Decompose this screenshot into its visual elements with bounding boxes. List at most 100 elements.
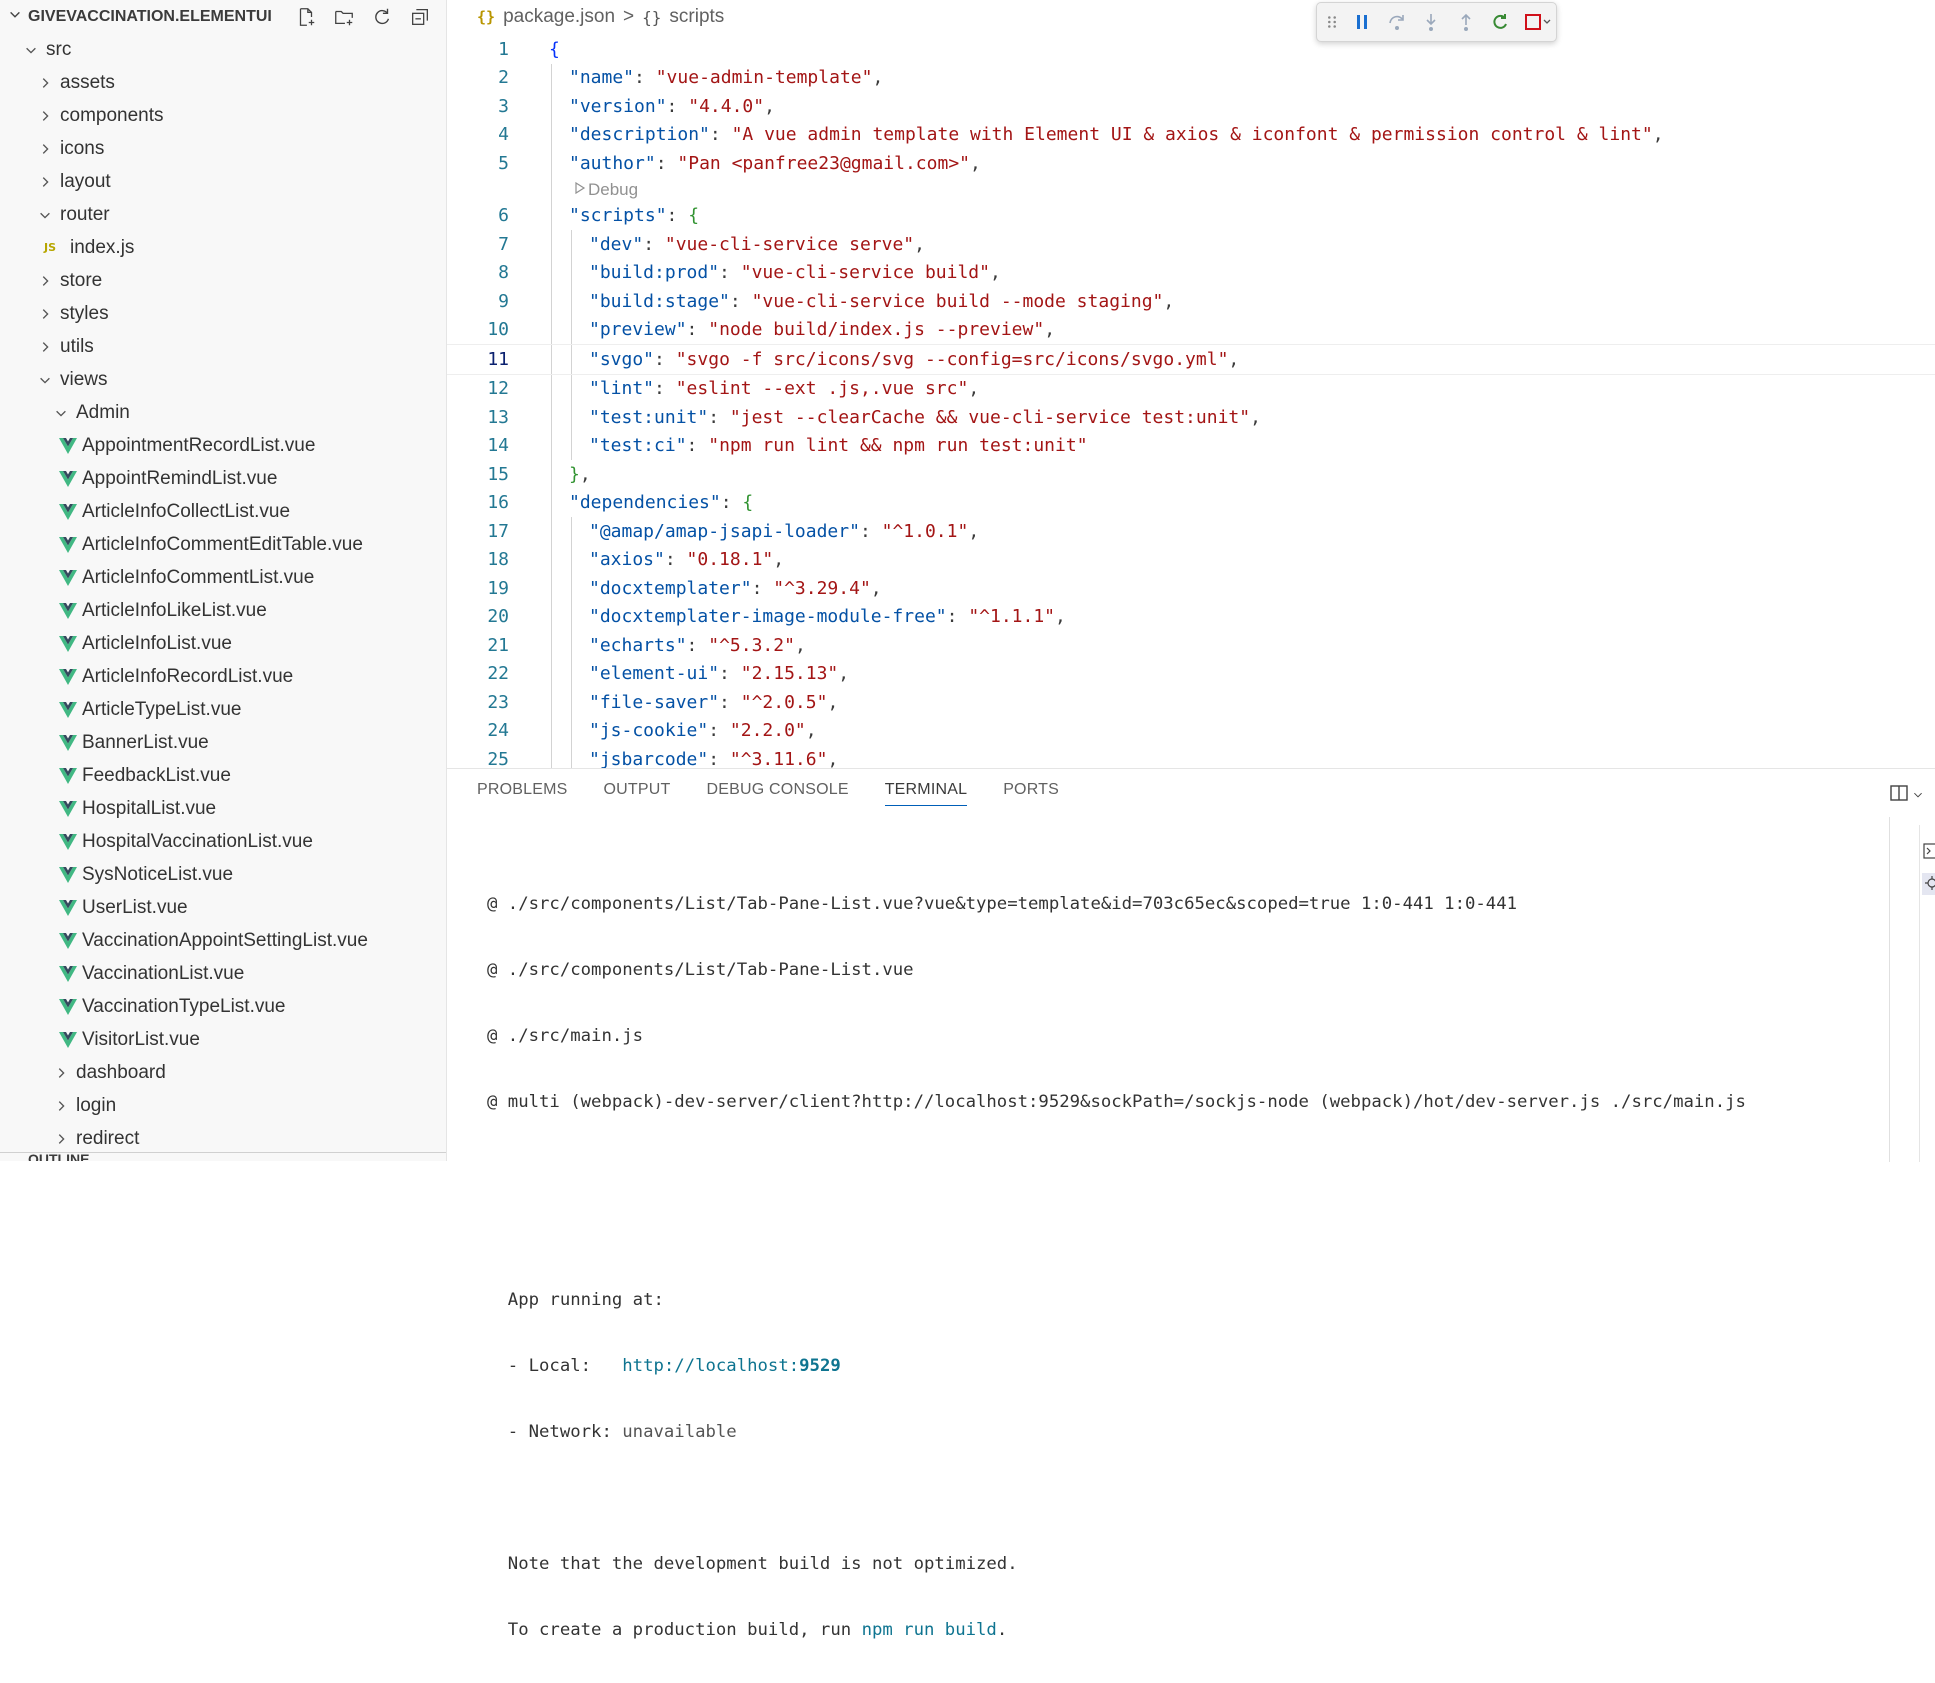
local-url-link[interactable]: http://localhost:9529 (622, 1356, 841, 1376)
chevron-down-icon[interactable] (8, 8, 24, 25)
tree-file-articleinfolist-vue[interactable]: ArticleInfoList.vue (0, 627, 446, 660)
tab-ports[interactable]: PORTS (1003, 781, 1059, 806)
debug-gear-icon[interactable] (1922, 873, 1935, 895)
breadcrumb-file[interactable]: package.json (503, 6, 615, 28)
stop-icon[interactable] (1522, 7, 1556, 37)
breadcrumb: {} package.json > {} scripts (477, 4, 724, 30)
tree-item-label: VaccinationList.vue (82, 962, 245, 984)
chevron-right-icon[interactable] (50, 1066, 72, 1080)
new-folder-icon[interactable] (330, 4, 358, 30)
terminal-output[interactable]: @ ./src/components/List/Tab-Pane-List.vu… (487, 851, 1907, 1683)
new-file-icon[interactable] (292, 4, 320, 30)
tab-problems[interactable]: PROBLEMS (477, 781, 568, 806)
collapse-all-icon[interactable] (406, 4, 434, 30)
tree-folder-redirect[interactable]: redirect (0, 1122, 446, 1155)
tree-file-visitorlist-vue[interactable]: VisitorList.vue (0, 1023, 446, 1056)
tree-item-label: Admin (76, 401, 130, 423)
tree-file-vaccinationlist-vue[interactable]: VaccinationList.vue (0, 957, 446, 990)
terminal-shell-icon[interactable] (1922, 841, 1935, 863)
tree-file-hospitallist-vue[interactable]: HospitalList.vue (0, 792, 446, 825)
chevron-right-icon[interactable] (34, 175, 56, 189)
step-into-icon[interactable] (1418, 7, 1445, 37)
tree-folder-icons[interactable]: icons (0, 132, 446, 165)
step-over-icon[interactable] (1384, 7, 1411, 37)
debug-codelens[interactable]: Debug (574, 180, 638, 200)
tree-file-articleinfocommentedittable-vue[interactable]: ArticleInfoCommentEditTable.vue (0, 528, 446, 561)
code-token: : (708, 406, 730, 428)
chevron-right-icon[interactable] (34, 307, 56, 321)
tree-file-appointremindlist-vue[interactable]: AppointRemindList.vue (0, 462, 446, 495)
chevron-down-icon[interactable] (1912, 786, 1924, 805)
tree-item-label: HospitalVaccinationList.vue (82, 830, 313, 852)
tree-file-vaccinationtypelist-vue[interactable]: VaccinationTypeList.vue (0, 990, 446, 1023)
outline-section-header[interactable]: OUTLINE (0, 1152, 446, 1161)
tab-debug-console[interactable]: DEBUG CONSOLE (707, 781, 849, 806)
tree-folder-styles[interactable]: styles (0, 297, 446, 330)
code-token: "author" (569, 152, 656, 174)
vue-file-icon (58, 635, 82, 653)
tree-file-articleinfolikelist-vue[interactable]: ArticleInfoLikeList.vue (0, 594, 446, 627)
tree-folder-utils[interactable]: utils (0, 330, 446, 363)
code-token: : (643, 233, 665, 255)
tree-folder-src[interactable]: src (0, 33, 446, 66)
tree-file-userlist-vue[interactable]: UserList.vue (0, 891, 446, 924)
tree-item-label: SysNoticeList.vue (82, 863, 234, 885)
code-editor: {} package.json > {} scripts 1{2 "name": … (447, 0, 1935, 768)
tree-file-vaccinationappointsettinglist-vue[interactable]: VaccinationAppointSettingList.vue (0, 924, 446, 957)
chevron-down-icon[interactable] (20, 43, 42, 57)
chevron-right-icon[interactable] (34, 274, 56, 288)
tree-file-articleinfocommentlist-vue[interactable]: ArticleInfoCommentList.vue (0, 561, 446, 594)
line-number: 10 (487, 319, 509, 341)
tree-folder-assets[interactable]: assets (0, 66, 446, 99)
tree-folder-components[interactable]: components (0, 99, 446, 132)
chevron-right-icon[interactable] (34, 142, 56, 156)
step-out-icon[interactable] (1453, 7, 1480, 37)
build-command: npm run build (861, 1620, 997, 1640)
tree-file-articletypelist-vue[interactable]: ArticleTypeList.vue (0, 693, 446, 726)
split-panel-icon[interactable] (1889, 783, 1909, 807)
tree-folder-layout[interactable]: layout (0, 165, 446, 198)
tree-file-bannerlist-vue[interactable]: BannerList.vue (0, 726, 446, 759)
code-line: 4 "description": "A vue admin template wi… (447, 120, 1935, 149)
tab-terminal[interactable]: TERMINAL (884, 781, 968, 806)
chevron-down-icon[interactable] (34, 208, 56, 222)
tree-file-articleinfocollectlist-vue[interactable]: ArticleInfoCollectList.vue (0, 495, 446, 528)
tree-item-label: ArticleInfoCollectList.vue (82, 500, 291, 522)
chevron-right-icon[interactable] (34, 109, 56, 123)
indent-guide (551, 63, 552, 92)
indent-guide (551, 403, 552, 432)
code-token: "dependencies" (569, 492, 721, 514)
code-text: "element-ui": "2.15.13", (589, 663, 849, 684)
panel-layout-control[interactable] (1889, 783, 1924, 807)
breadcrumb-symbol[interactable]: scripts (669, 6, 724, 28)
tree-folder-admin[interactable]: Admin (0, 396, 446, 429)
tree-folder-login[interactable]: login (0, 1089, 446, 1122)
tree-folder-dashboard[interactable]: dashboard (0, 1056, 446, 1089)
pause-icon[interactable] (1349, 7, 1376, 37)
code-token: , (827, 691, 839, 713)
tree-file-appointmentrecordlist-vue[interactable]: AppointmentRecordList.vue (0, 429, 446, 462)
tab-output[interactable]: OUTPUT (604, 781, 671, 806)
chevron-right-icon[interactable] (34, 340, 56, 354)
tree-folder-views[interactable]: views (0, 363, 446, 396)
drag-handle-icon[interactable] (1323, 7, 1341, 37)
chevron-right-icon[interactable] (50, 1099, 72, 1113)
tree-folder-router[interactable]: router (0, 198, 446, 231)
code-area[interactable]: 1{2 "name": "vue-admin-template", 3 "versio… (447, 35, 1935, 768)
tree-file-feedbacklist-vue[interactable]: FeedbackList.vue (0, 759, 446, 792)
chevron-right-icon[interactable] (34, 76, 56, 90)
tree-file-articleinforecordlist-vue[interactable]: ArticleInfoRecordList.vue (0, 660, 446, 693)
chevron-down-icon[interactable] (50, 406, 72, 420)
tree-file-sysnoticelist-vue[interactable]: SysNoticeList.vue (0, 858, 446, 891)
restart-icon[interactable] (1487, 7, 1514, 37)
terminal-scrollbar[interactable] (1889, 817, 1890, 1162)
tree-file-index-js[interactable]: JS index.js (0, 231, 446, 264)
chevron-right-icon[interactable] (50, 1132, 72, 1146)
vue-file-icon (58, 800, 82, 818)
explorer-header[interactable]: GIVEVACCINATION.ELEMENTUI (0, 0, 446, 33)
indent-guide (551, 120, 552, 149)
refresh-icon[interactable] (368, 4, 396, 30)
tree-file-hospitalvaccinationlist-vue[interactable]: HospitalVaccinationList.vue (0, 825, 446, 858)
chevron-down-icon[interactable] (34, 373, 56, 387)
tree-folder-store[interactable]: store (0, 264, 446, 297)
